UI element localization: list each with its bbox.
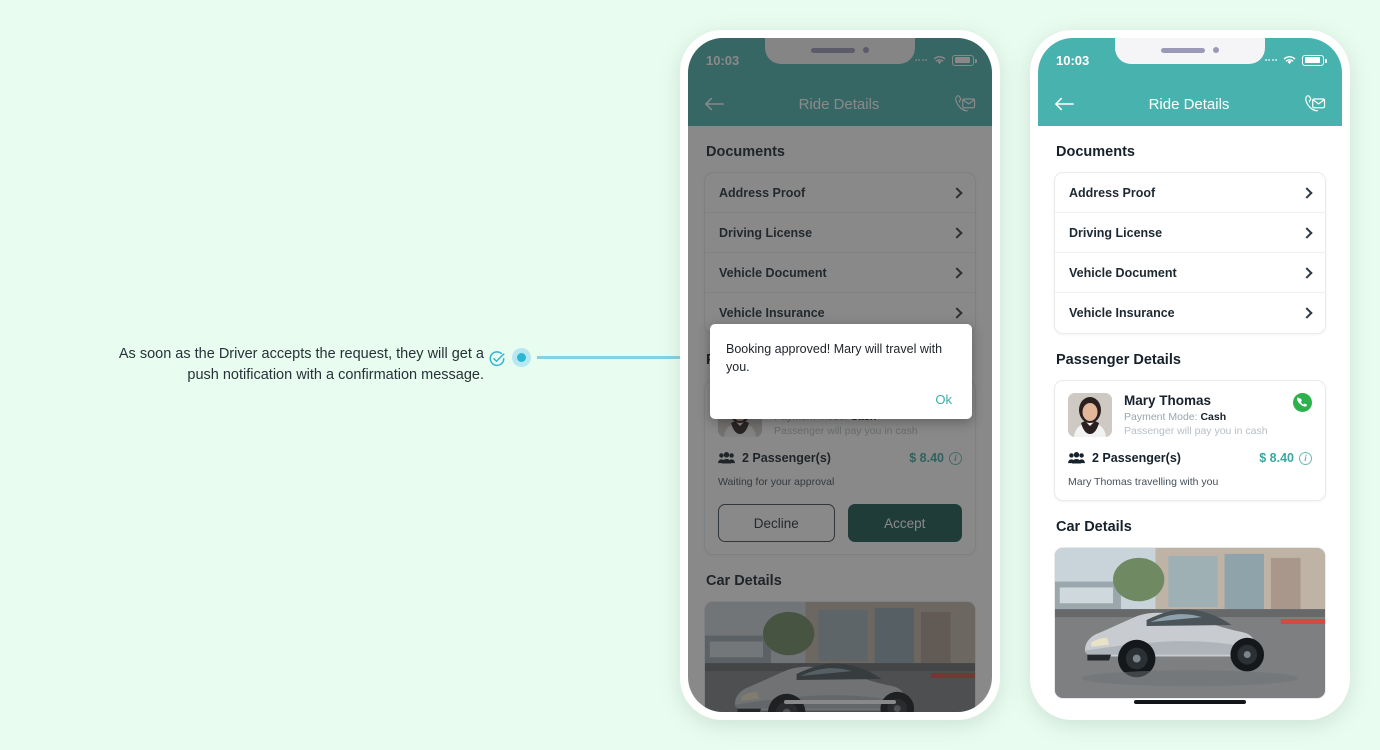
payment-note: Passenger will pay you in cash	[1124, 425, 1268, 437]
annotation-text: As soon as the Driver accepts the reques…	[118, 346, 484, 383]
dot-marker-icon	[512, 348, 531, 367]
chevron-right-icon	[1301, 307, 1313, 319]
passenger-header: Mary Thomas Payment Mode: Cash Passenger…	[1068, 393, 1312, 437]
chevron-right-icon	[1301, 266, 1313, 279]
document-label: Address Proof	[1069, 185, 1156, 200]
page-title: Ride Details	[1148, 95, 1230, 113]
document-label: Driving License	[1069, 225, 1163, 240]
arrow-left-icon[interactable]	[1054, 96, 1074, 112]
status-time: 10:03	[1056, 52, 1090, 68]
car-photo	[1054, 547, 1326, 699]
passenger-count-row: 2 Passenger(s) $ 8.40 i	[1068, 451, 1312, 465]
booking-approved-dialog: Booking approved! Mary will travel with …	[710, 324, 972, 419]
passenger-title: Passenger Details	[1056, 352, 1181, 368]
car-title: Car Details	[1056, 519, 1132, 535]
phone-left-screen: 10:03	[688, 38, 992, 712]
chevron-right-icon	[1301, 226, 1313, 239]
document-row-vehicle-document[interactable]: Vehicle Document	[1055, 253, 1325, 293]
status-icons	[1264, 54, 1327, 66]
speaker-grille	[1161, 47, 1205, 53]
document-label: Vehicle Document	[1069, 265, 1177, 280]
passenger-status: Mary Thomas travelling with you	[1068, 476, 1219, 488]
wifi-icon	[1283, 56, 1296, 65]
battery-icon	[1302, 54, 1327, 66]
dialog-actions: Ok	[726, 390, 956, 409]
documents-card: Address Proof Driving License Vehicle Do…	[1054, 172, 1326, 334]
document-label: Vehicle Insurance	[1069, 306, 1175, 320]
avatar	[1068, 393, 1112, 437]
phone-call-icon[interactable]	[1293, 393, 1312, 412]
passenger-card: Mary Thomas Payment Mode: Cash Passenger…	[1054, 380, 1326, 501]
passenger-count: 2 Passenger(s)	[1092, 451, 1181, 465]
dialog-message: Booking approved! Mary will travel with …	[726, 342, 943, 374]
screenshot-canvas: As soon as the Driver accepts the reques…	[0, 0, 1380, 750]
price-row: $ 8.40 i	[1259, 451, 1312, 465]
phone-right: 10:03 Ride Details Documents Address Pro…	[1030, 30, 1350, 720]
passenger-info: Mary Thomas Payment Mode: Cash Passenger…	[1124, 393, 1268, 437]
phone-envelope-icon[interactable]	[1304, 94, 1326, 114]
home-indicator	[1134, 699, 1246, 704]
passenger-name: Mary Thomas	[1124, 393, 1212, 408]
passengers-icon	[1068, 452, 1085, 464]
content-right: Documents Address Proof Driving License …	[1038, 126, 1342, 712]
front-camera	[1213, 47, 1219, 53]
check-circle-icon	[488, 350, 506, 368]
documents-title: Documents	[1056, 144, 1135, 160]
dialog-ok-button[interactable]: Ok	[931, 390, 956, 409]
chevron-right-icon	[1301, 186, 1313, 199]
notch	[1115, 38, 1265, 64]
document-row-address-proof[interactable]: Address Proof	[1055, 173, 1325, 213]
status-bar-right: 10:03	[1038, 38, 1342, 82]
connector-line	[537, 356, 687, 359]
payment-mode: Payment Mode: Cash	[1124, 411, 1227, 423]
price-value: $ 8.40	[1259, 451, 1294, 465]
payment-value: Cash	[1200, 411, 1227, 423]
phone-right-screen: 10:03 Ride Details Documents Address Pro…	[1038, 38, 1342, 712]
signal-dots-icon	[1264, 59, 1277, 61]
app-bar-right: Ride Details	[1038, 82, 1342, 126]
document-row-vehicle-insurance[interactable]: Vehicle Insurance	[1055, 293, 1325, 333]
phone-left: 10:03	[680, 30, 1000, 720]
info-icon[interactable]: i	[1299, 451, 1312, 465]
document-row-driving-license[interactable]: Driving License	[1055, 213, 1325, 253]
